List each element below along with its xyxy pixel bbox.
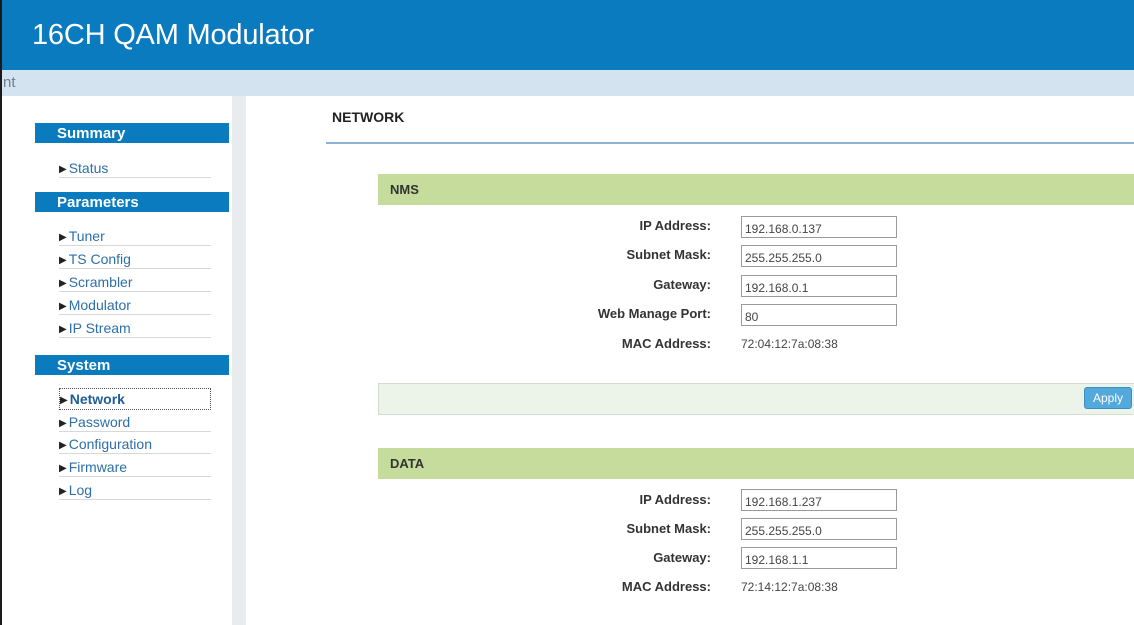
subbar-text: nt bbox=[3, 74, 16, 91]
app-window: 16CH QAM Modulator nt Summary ▶ Status Pa… bbox=[0, 0, 1134, 625]
sidebar-item-label: IP Stream bbox=[68, 320, 131, 336]
triangle-right-icon: ▶ bbox=[59, 440, 67, 451]
nms-port-label: Web Manage Port: bbox=[597, 306, 711, 321]
triangle-right-icon: ▶ bbox=[59, 486, 67, 497]
left-strip bbox=[4, 96, 32, 625]
sidebar-item-status[interactable]: ▶ Status bbox=[59, 157, 211, 178]
nms-subnet-input[interactable] bbox=[741, 245, 897, 267]
nms-mac-label: MAC Address: bbox=[621, 336, 711, 351]
sidebar-item-ts-config[interactable]: ▶ TS Config bbox=[59, 248, 211, 269]
sidebar-item-label: Tuner bbox=[68, 228, 105, 244]
triangle-right-icon: ▶ bbox=[59, 255, 67, 266]
triangle-right-icon: ▶ bbox=[59, 278, 67, 289]
data-mac-label: MAC Address: bbox=[621, 579, 711, 594]
triangle-right-icon: ▶ bbox=[59, 463, 67, 474]
content-gutter bbox=[232, 96, 246, 625]
title-divider bbox=[326, 142, 1134, 144]
sidebar-item-configuration[interactable]: ▶ Configuration bbox=[59, 433, 211, 454]
sidebar-item-label: Log bbox=[68, 482, 93, 498]
apply-button[interactable]: Apply bbox=[1084, 387, 1132, 409]
sidebar-item-ip-stream[interactable]: ▶ IP Stream bbox=[59, 317, 211, 338]
nms-mac-value: 72:04:12:7a:08:38 bbox=[741, 337, 838, 351]
sidebar: Summary ▶ Status Parameters ▶ Tuner ▶ TS Co… bbox=[32, 96, 232, 625]
app-title: 16CH QAM Modulator bbox=[32, 19, 314, 51]
nms-gateway-label: Gateway: bbox=[653, 277, 711, 292]
sidebar-item-label: Firmware bbox=[68, 459, 128, 475]
app-header: 16CH QAM Modulator bbox=[2, 0, 1134, 70]
nms-ip-label: IP Address: bbox=[639, 218, 711, 233]
triangle-right-icon: ▶ bbox=[59, 418, 67, 429]
nms-port-input[interactable] bbox=[741, 304, 897, 326]
sidebar-item-label: Password bbox=[68, 414, 131, 430]
subbar: nt bbox=[2, 70, 1134, 96]
data-ip-input[interactable] bbox=[741, 489, 897, 511]
nms-panel-header: NMS bbox=[378, 174, 1134, 205]
sidebar-item-log[interactable]: ▶ Log bbox=[59, 479, 211, 500]
sidebar-section-summary: Summary bbox=[35, 123, 229, 143]
main-content: NETWORK NMS IP Address: Subnet Mask: Gat… bbox=[246, 96, 1134, 625]
triangle-right-icon: ▶ bbox=[59, 301, 67, 312]
sidebar-item-tuner[interactable]: ▶ Tuner bbox=[59, 225, 211, 246]
data-panel-header: DATA bbox=[378, 448, 1134, 479]
sidebar-item-modulator[interactable]: ▶ Modulator bbox=[59, 294, 211, 315]
triangle-right-icon: ▶ bbox=[60, 395, 68, 406]
data-ip-label: IP Address: bbox=[639, 492, 711, 507]
sidebar-item-network[interactable]: ▶ Network bbox=[59, 388, 211, 410]
sidebar-item-label: Configuration bbox=[68, 436, 152, 452]
sidebar-item-label: Network bbox=[69, 391, 125, 407]
data-subnet-label: Subnet Mask: bbox=[626, 521, 711, 536]
data-subnet-input[interactable] bbox=[741, 518, 897, 540]
triangle-right-icon: ▶ bbox=[59, 324, 67, 335]
nms-subnet-label: Subnet Mask: bbox=[626, 247, 711, 262]
nms-gateway-input[interactable] bbox=[741, 275, 897, 297]
triangle-right-icon: ▶ bbox=[59, 232, 67, 243]
apply-bar bbox=[378, 383, 1134, 415]
sidebar-item-label: Scrambler bbox=[68, 274, 133, 290]
sidebar-item-scrambler[interactable]: ▶ Scrambler bbox=[59, 271, 211, 292]
sidebar-item-label: Modulator bbox=[68, 297, 131, 313]
sidebar-section-parameters: Parameters bbox=[35, 192, 229, 212]
data-gateway-input[interactable] bbox=[741, 547, 897, 569]
sidebar-section-system: System bbox=[35, 355, 229, 375]
sidebar-item-label: Status bbox=[68, 160, 109, 176]
data-gateway-label: Gateway: bbox=[653, 550, 711, 565]
sidebar-item-firmware[interactable]: ▶ Firmware bbox=[59, 456, 211, 477]
sidebar-item-label: TS Config bbox=[68, 251, 131, 267]
page-title: NETWORK bbox=[332, 109, 405, 125]
data-mac-value: 72:14:12:7a:08:38 bbox=[741, 580, 838, 594]
nms-ip-input[interactable] bbox=[741, 216, 897, 238]
triangle-right-icon: ▶ bbox=[59, 164, 67, 175]
sidebar-item-password[interactable]: ▶ Password bbox=[59, 411, 211, 432]
